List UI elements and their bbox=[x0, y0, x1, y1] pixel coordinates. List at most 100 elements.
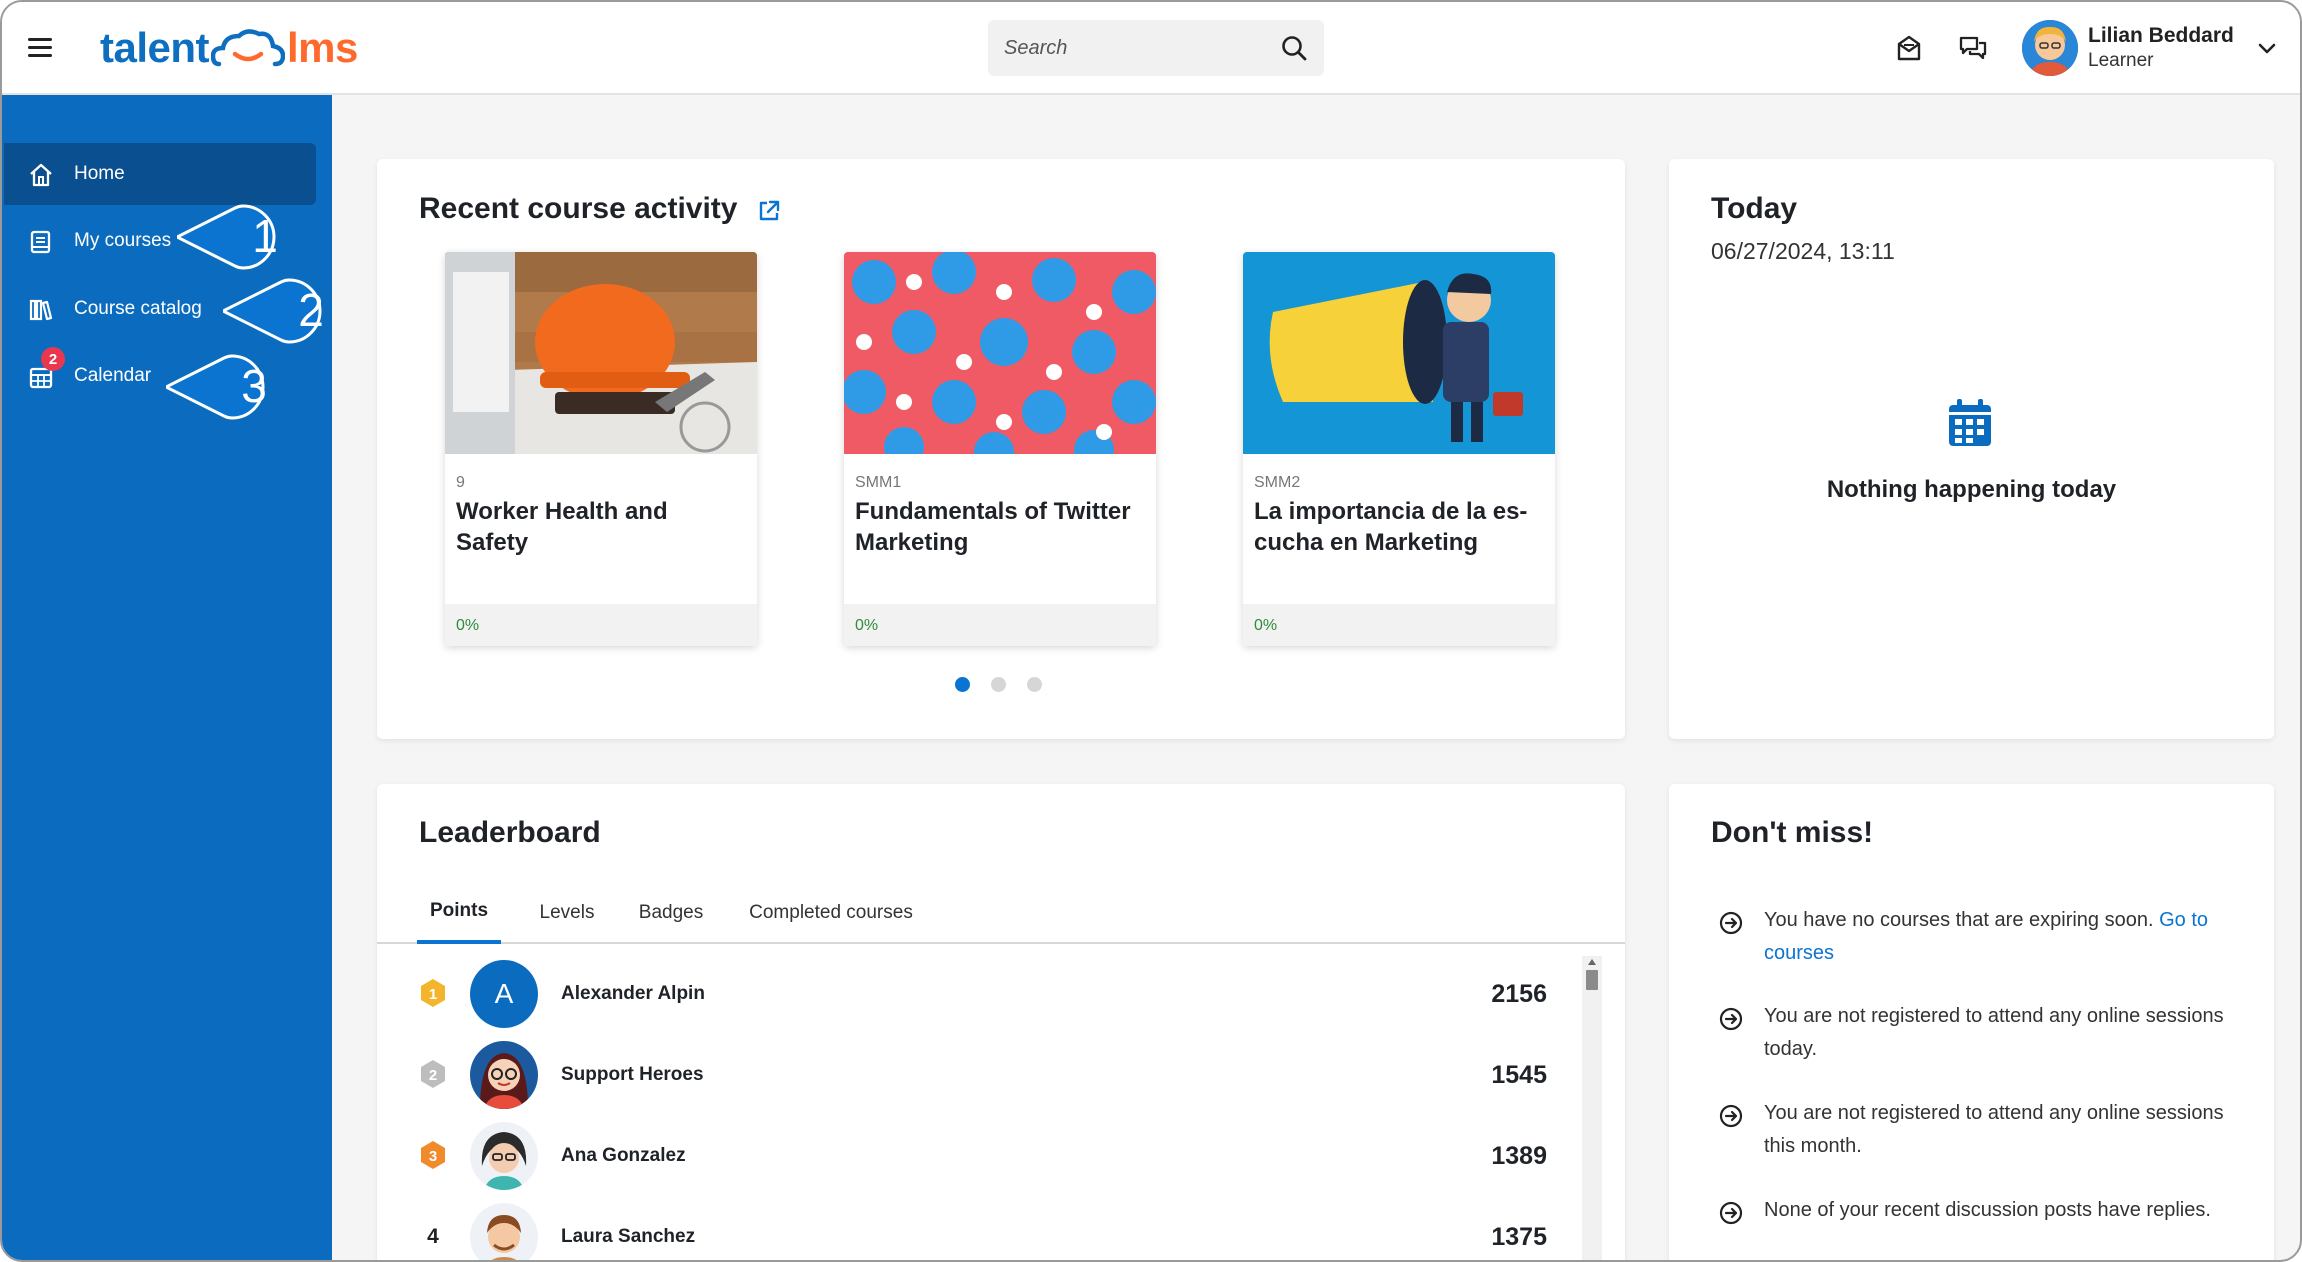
sidebar: Home My courses Course catalog 2 Calenda… bbox=[2, 95, 332, 1260]
carousel-dot-3[interactable] bbox=[1027, 677, 1042, 692]
arrow-circle-right-icon bbox=[1719, 1104, 1743, 1128]
leaderboard-tabs: Points Levels Badges Completed courses bbox=[377, 882, 1625, 944]
arrow-circle-right-icon bbox=[1719, 1007, 1743, 1031]
leaderboard-row[interactable]: 2 Support Heroes 1545 bbox=[377, 1036, 1577, 1116]
tab-completed-courses[interactable]: Completed courses bbox=[737, 882, 925, 944]
chevron-down-icon[interactable] bbox=[2256, 38, 2278, 60]
user-role: Learner bbox=[2088, 50, 2154, 71]
user-menu[interactable]: Lilian Beddard Learner bbox=[2020, 14, 2284, 84]
gold-medal-icon: 1 bbox=[421, 979, 445, 1007]
sidebar-item-label: My courses bbox=[74, 230, 172, 251]
sidebar-item-home[interactable]: Home bbox=[4, 143, 316, 205]
callout-marker-1: 1 bbox=[177, 204, 301, 270]
callout-number: 1 bbox=[252, 210, 278, 262]
arrow-circle-right-icon bbox=[1719, 1201, 1743, 1225]
course-code: SMM1 bbox=[855, 474, 902, 491]
logo-text-talent: talent bbox=[100, 24, 210, 71]
logo-text-lms: lms bbox=[287, 24, 358, 71]
cloud-logo-icon bbox=[211, 29, 286, 67]
rank-number: 4 bbox=[427, 1225, 439, 1248]
inbox-icon[interactable] bbox=[1893, 32, 1925, 64]
course-name: Fundamentals of Twitter Marketing bbox=[855, 498, 1131, 556]
tab-points[interactable]: Points bbox=[417, 882, 501, 944]
leaderboard-score: 1389 bbox=[1491, 1142, 1547, 1170]
sidebar-item-label: Calendar bbox=[74, 365, 152, 386]
leaderboard-scrollbar[interactable] bbox=[1582, 956, 1602, 1260]
home-icon bbox=[30, 163, 52, 187]
calendar-icon bbox=[1949, 399, 1991, 446]
book-icon bbox=[30, 230, 51, 254]
svg-text:1: 1 bbox=[429, 986, 437, 1003]
svg-text:3: 3 bbox=[429, 1148, 437, 1165]
user-name: Lilian Beddard bbox=[2088, 24, 2234, 47]
leaderboard-row[interactable]: 3 Ana Gonzalez 1389 bbox=[377, 1117, 1577, 1197]
discussions-icon[interactable] bbox=[1957, 32, 1989, 64]
scrollbar-thumb[interactable] bbox=[1586, 970, 1598, 990]
dont-miss-title: Don't miss! bbox=[1711, 816, 1874, 849]
course-footer: 0% bbox=[1243, 604, 1555, 646]
callout-number: 3 bbox=[241, 360, 267, 412]
avatar bbox=[470, 1203, 538, 1260]
course-card[interactable]: SMM2 La importancia de la es-cucha en Ma… bbox=[1243, 252, 1555, 646]
course-thumbnail bbox=[445, 252, 757, 454]
leaderboard-title: Leaderboard bbox=[419, 816, 601, 849]
user-avatar bbox=[2022, 20, 2078, 76]
course-footer: 0% bbox=[844, 604, 1156, 646]
today-empty-text: Nothing happening today bbox=[1826, 476, 2117, 503]
search-box bbox=[988, 20, 1324, 76]
arrow-circle-right-icon bbox=[1719, 911, 1743, 935]
carousel-dot-2[interactable] bbox=[991, 677, 1006, 692]
bronze-medal-icon: 3 bbox=[421, 1141, 445, 1169]
leaderboard-name: Support Heroes bbox=[561, 1064, 704, 1085]
course-name: Worker Health and Safety bbox=[456, 498, 668, 556]
course-card[interactable]: 9 Worker Health and Safety 0% bbox=[445, 252, 757, 646]
dont-miss-text: None of your recent discussion posts hav… bbox=[1764, 1199, 2211, 1221]
course-name: La importancia de la es-cucha en Marketi… bbox=[1254, 498, 1528, 556]
calendar-badge: 2 bbox=[41, 347, 65, 371]
avatar: A bbox=[470, 960, 538, 1028]
silver-medal-icon: 2 bbox=[421, 1060, 445, 1088]
course-card[interactable]: SMM1 Fundamentals of Twitter Marketing 0… bbox=[844, 252, 1156, 646]
svg-text:2: 2 bbox=[429, 1067, 437, 1084]
dont-miss-text: You have no courses that are expiring so… bbox=[1764, 909, 2160, 931]
today-title: Today bbox=[1711, 192, 1798, 225]
course-progress: 0% bbox=[1254, 617, 1278, 634]
course-progress: 0% bbox=[855, 617, 879, 634]
avatar bbox=[470, 1041, 538, 1109]
carousel-pagination bbox=[955, 677, 1042, 692]
sidebar-item-label: Home bbox=[74, 163, 125, 184]
menu-icon[interactable] bbox=[28, 38, 52, 58]
course-footer: 0% bbox=[445, 604, 757, 646]
avatar bbox=[470, 1122, 538, 1190]
callout-marker-2: 2 bbox=[223, 278, 347, 344]
dont-miss-text: You are not registered to attend any onl… bbox=[1764, 1102, 2224, 1157]
search-input[interactable] bbox=[1004, 20, 1254, 76]
leaderboard-row[interactable]: 4 Laura Sanchez 1375 bbox=[377, 1198, 1577, 1260]
external-link-icon[interactable] bbox=[756, 198, 782, 224]
scroll-up-arrow-icon[interactable] bbox=[1587, 958, 1597, 966]
callout-number: 2 bbox=[298, 284, 324, 336]
leaderboard-score: 1375 bbox=[1491, 1223, 1547, 1251]
dont-miss-text: You are not registered to attend any onl… bbox=[1764, 1005, 2224, 1060]
leaderboard-name: Alexander Alpin bbox=[561, 983, 705, 1004]
leaderboard-row[interactable]: 1 A Alexander Alpin 2156 bbox=[377, 955, 1577, 1035]
talentlms-logo[interactable]: talent lms bbox=[100, 20, 358, 76]
course-progress: 0% bbox=[456, 617, 480, 634]
recent-activity-title: Recent course activity bbox=[419, 192, 738, 225]
callout-marker-3: 3 bbox=[166, 354, 290, 420]
today-datetime: 06/27/2024, 13:11 bbox=[1711, 238, 1895, 264]
leaderboard-name: Laura Sanchez bbox=[561, 1226, 696, 1247]
leaderboard-score: 2156 bbox=[1491, 980, 1547, 1008]
course-code: 9 bbox=[456, 474, 465, 491]
search-icon[interactable] bbox=[1280, 34, 1308, 62]
sidebar-item-label: Course catalog bbox=[74, 298, 202, 319]
tab-levels[interactable]: Levels bbox=[527, 882, 607, 944]
carousel-dot-1[interactable] bbox=[955, 677, 970, 692]
course-thumbnail bbox=[1243, 252, 1555, 454]
course-thumbnail bbox=[844, 252, 1156, 454]
tab-badges[interactable]: Badges bbox=[629, 882, 713, 944]
leaderboard-score: 1545 bbox=[1491, 1061, 1547, 1089]
top-bar: talent lms Search Lilian Beddard Learner bbox=[2, 2, 2300, 95]
leaderboard-name: Ana Gonzalez bbox=[561, 1145, 686, 1166]
course-code: SMM2 bbox=[1254, 474, 1301, 491]
